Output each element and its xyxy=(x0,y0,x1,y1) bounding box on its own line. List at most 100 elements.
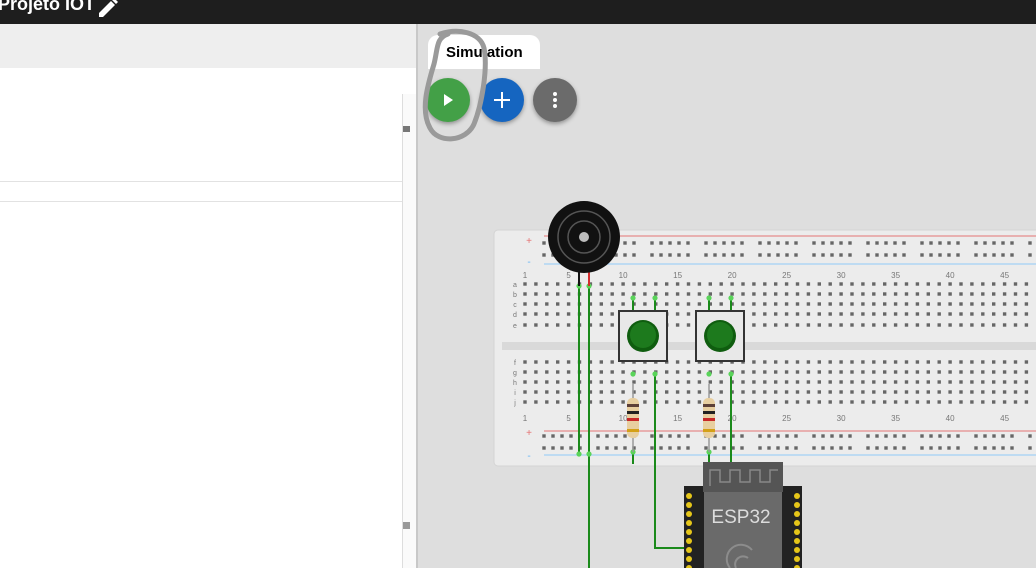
code-editor[interactable] xyxy=(0,68,402,568)
breadboard-hole xyxy=(752,370,756,374)
breadboard-hole xyxy=(697,370,702,374)
breadboard-hole xyxy=(610,312,614,316)
breadboard-hole xyxy=(534,312,538,316)
breadboard-hole xyxy=(839,360,843,364)
column-number: 5 xyxy=(566,414,571,423)
pushbutton-cap xyxy=(630,322,656,348)
breadboard-hole xyxy=(904,282,909,286)
breadboard-hole xyxy=(828,292,832,296)
breadboard-hole xyxy=(545,292,549,296)
breadboard-hole xyxy=(677,434,681,438)
breadboard-hole xyxy=(752,323,756,327)
pencil-icon[interactable] xyxy=(96,0,120,20)
breadboard-hole xyxy=(599,323,603,327)
breadboard-hole xyxy=(828,390,832,394)
more-options-button[interactable] xyxy=(533,78,577,122)
breadboard-hole xyxy=(767,253,771,257)
breadboard-hole xyxy=(848,446,852,450)
breadboard-hole xyxy=(610,360,614,364)
breadboard-hole xyxy=(722,446,726,450)
breadboard-hole xyxy=(599,360,603,364)
breadboard-hole xyxy=(623,253,627,257)
breadboard-hole xyxy=(542,434,546,438)
breadboard-hole xyxy=(650,434,654,438)
breadboard-hole xyxy=(675,292,680,296)
editor-scrollbar[interactable] xyxy=(402,94,416,568)
esp32-pin xyxy=(686,538,692,544)
breadboard-hole xyxy=(893,380,898,384)
top-bar: Projeto IOT xyxy=(0,0,1036,24)
breadboard-hole xyxy=(948,390,952,394)
breadboard-hole xyxy=(686,380,691,384)
breadboard-hole xyxy=(937,390,941,394)
breadboard-hole xyxy=(632,282,636,286)
breadboard-hole xyxy=(785,253,789,257)
scrollbar-marker xyxy=(403,126,410,132)
breadboard-hole xyxy=(794,434,798,438)
column-number: 40 xyxy=(946,271,955,280)
breadboard-hole xyxy=(866,434,870,438)
breadboard-hole xyxy=(523,282,527,286)
breadboard-hole xyxy=(884,241,888,245)
breadboard-hole xyxy=(872,400,876,404)
esp32-pin xyxy=(794,502,800,508)
breadboard-hole xyxy=(794,241,798,245)
breadboard-hole xyxy=(970,400,974,404)
breadboard-hole xyxy=(643,292,647,296)
breadboard-hole xyxy=(839,390,843,394)
breadboard-hole xyxy=(981,312,985,316)
breadboard-hole xyxy=(884,253,888,257)
breadboard-hole xyxy=(1013,390,1018,394)
esp32-pin xyxy=(794,556,800,562)
breadboard-hole xyxy=(806,360,811,364)
breadboard-hole xyxy=(1002,312,1007,316)
breadboard-hole xyxy=(915,292,920,296)
breadboard-hole xyxy=(542,446,546,450)
breadboard-hole xyxy=(774,323,778,327)
breadboard-hole xyxy=(686,312,691,316)
breadboard-hole xyxy=(970,282,974,286)
breadboard-hole xyxy=(861,292,865,296)
pin-highlight xyxy=(652,371,658,377)
breadboard-hole xyxy=(937,292,941,296)
breadboard-hole xyxy=(970,360,974,364)
breadboard-hole xyxy=(621,380,625,384)
buzzer-center xyxy=(579,232,589,242)
breadboard-hole xyxy=(872,360,876,364)
breadboard-hole xyxy=(752,302,756,306)
esp32-pin xyxy=(794,529,800,535)
breadboard-hole xyxy=(654,292,658,296)
pin-highlight xyxy=(576,451,582,457)
project-title[interactable]: Projeto IOT xyxy=(0,0,95,15)
breadboard-hole xyxy=(556,380,560,384)
breadboard-hole xyxy=(795,323,800,327)
breadboard-hole xyxy=(1002,390,1007,394)
column-number: 45 xyxy=(1000,414,1009,423)
breadboard-hole xyxy=(1024,302,1029,306)
breadboard-hole xyxy=(839,292,843,296)
breadboard-hole xyxy=(1013,380,1018,384)
breadboard-hole xyxy=(632,241,636,245)
breadboard-hole xyxy=(545,323,549,327)
breadboard-hole xyxy=(621,302,625,306)
breadboard-hole xyxy=(767,434,771,438)
breadboard-hole xyxy=(893,292,898,296)
breadboard-hole xyxy=(774,380,778,384)
breadboard-hole xyxy=(784,370,789,374)
breadboard-hole xyxy=(915,302,920,306)
resistor-band xyxy=(703,418,715,421)
breadboard-hole xyxy=(605,446,609,450)
breadboard-hole xyxy=(795,312,800,316)
breadboard-hole xyxy=(784,302,789,306)
breadboard-hole xyxy=(675,302,680,306)
breadboard-hole xyxy=(686,292,691,296)
breadboard-hole xyxy=(915,370,920,374)
breadboard-hole xyxy=(817,323,821,327)
breadboard-hole xyxy=(785,446,789,450)
breadboard-hole xyxy=(752,312,756,316)
breadboard-hole xyxy=(677,446,681,450)
pin-highlight xyxy=(706,371,712,377)
breadboard-hole xyxy=(872,282,876,286)
breadboard-hole xyxy=(806,400,811,404)
row-letter: b xyxy=(513,292,517,299)
